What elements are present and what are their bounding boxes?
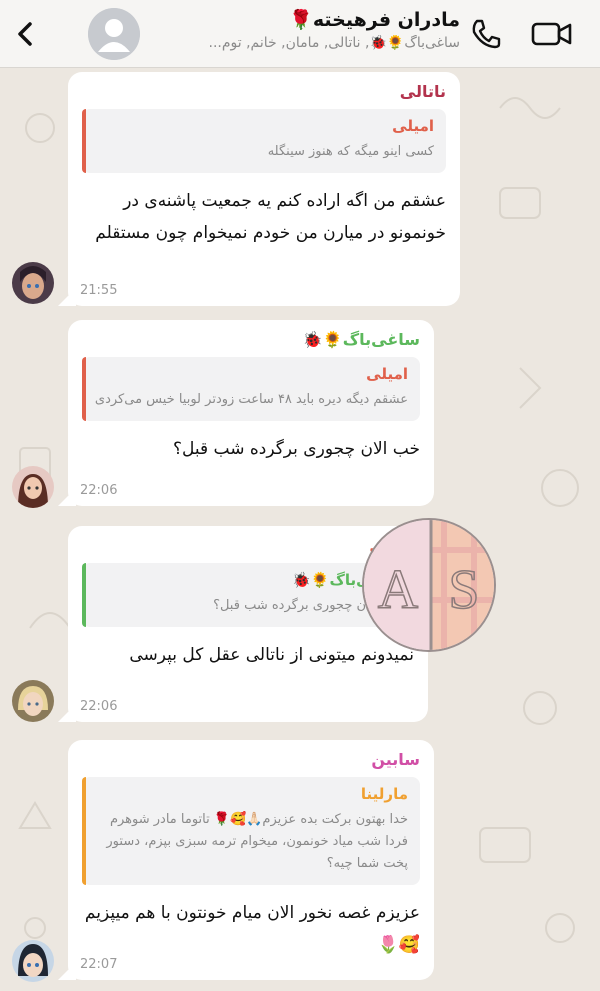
watermark-letter-a: A bbox=[378, 559, 419, 621]
avatar-emily[interactable] bbox=[12, 680, 54, 722]
quote-text: خدا بهتون برکت بده عزیزم🙏🏻🥰🌹 تاتوما مادر… bbox=[106, 812, 408, 871]
reply-quote[interactable]: امیلی کسی اینو میگه که هنوز سینگله bbox=[82, 109, 446, 173]
message-text: عشقم من اگه اراده کنم یه جمعیت پاشنه‌ی د… bbox=[95, 191, 446, 243]
back-arrow-icon[interactable] bbox=[10, 16, 40, 52]
video-call-icon[interactable] bbox=[530, 18, 574, 50]
reply-quote[interactable]: امیلی عشقم دیگه دیره باید ۴۸ ساعت زودتر … bbox=[82, 357, 420, 421]
quote-text: خب الان چجوری برگرده شب قبل؟ bbox=[213, 598, 402, 613]
title-block[interactable]: مادران فرهیخته🌹 ساغی‌باگ🌻🐞, ناتالی, ماما… bbox=[130, 8, 461, 51]
avatar-sabin[interactable] bbox=[12, 940, 54, 982]
message-text: عزیزم غصه نخور الان میام خونتون با هم می… bbox=[84, 903, 420, 955]
watermark-letter-s: S bbox=[448, 559, 479, 621]
message-bubble[interactable]: ساغی‌باگ🌻🐞 امیلی عشقم دیگه دیره باید ۴۸ … bbox=[68, 320, 434, 506]
quote-text: عشقم دیگه دیره باید ۴۸ ساعت زودتر لوبیا … bbox=[94, 392, 408, 407]
chat-title: مادران فرهیخته🌹 bbox=[289, 9, 460, 31]
quote-sender: امیلی bbox=[392, 117, 434, 135]
avatar-saghi[interactable] bbox=[12, 466, 54, 508]
message-time: 21:55 bbox=[80, 283, 118, 298]
message-bubble[interactable]: ناتالی امیلی کسی اینو میگه که هنوز سینگل… bbox=[68, 72, 460, 306]
chat-area[interactable]: ناتالی امیلی کسی اینو میگه که هنوز سینگل… bbox=[0, 68, 600, 991]
avatar-natali[interactable] bbox=[12, 262, 54, 304]
message-time: 22:07 bbox=[80, 957, 118, 972]
watermark-logo: A S bbox=[362, 518, 496, 652]
chat-participants: ساغی‌باگ🌻🐞, ناتالی, مامان, خانم, توم... bbox=[208, 35, 461, 51]
message-bubble[interactable]: سابین مارلینا خدا بهتون برکت بده عزیزم🙏🏻… bbox=[68, 740, 434, 980]
quote-sender: مارلینا bbox=[360, 785, 408, 803]
sender-name: ناتالی bbox=[399, 82, 446, 101]
message-time: 22:06 bbox=[80, 483, 118, 498]
sender-name: ساغی‌باگ🌻🐞 bbox=[302, 330, 420, 349]
chat-header: مادران فرهیخته🌹 ساغی‌باگ🌻🐞, ناتالی, ماما… bbox=[0, 0, 600, 68]
voice-call-icon[interactable] bbox=[468, 16, 504, 52]
reply-quote[interactable]: مارلینا خدا بهتون برکت بده عزیزم🙏🏻🥰🌹 تات… bbox=[82, 777, 420, 885]
sender-name: امیلی bbox=[82, 536, 414, 555]
message-time: 22:06 bbox=[80, 699, 118, 714]
quote-sender: ساغی‌باگ🌻🐞 bbox=[292, 571, 402, 589]
sender-name: سابین bbox=[371, 750, 420, 769]
message-text: نمیدونم میتونی از ناتالی عقل کل بپرسی bbox=[129, 645, 414, 665]
quote-text: کسی اینو میگه که هنوز سینگله bbox=[267, 144, 434, 159]
quote-sender: امیلی bbox=[366, 365, 408, 383]
message-text: خب الان چجوری برگرده شب قبل؟ bbox=[172, 439, 420, 459]
